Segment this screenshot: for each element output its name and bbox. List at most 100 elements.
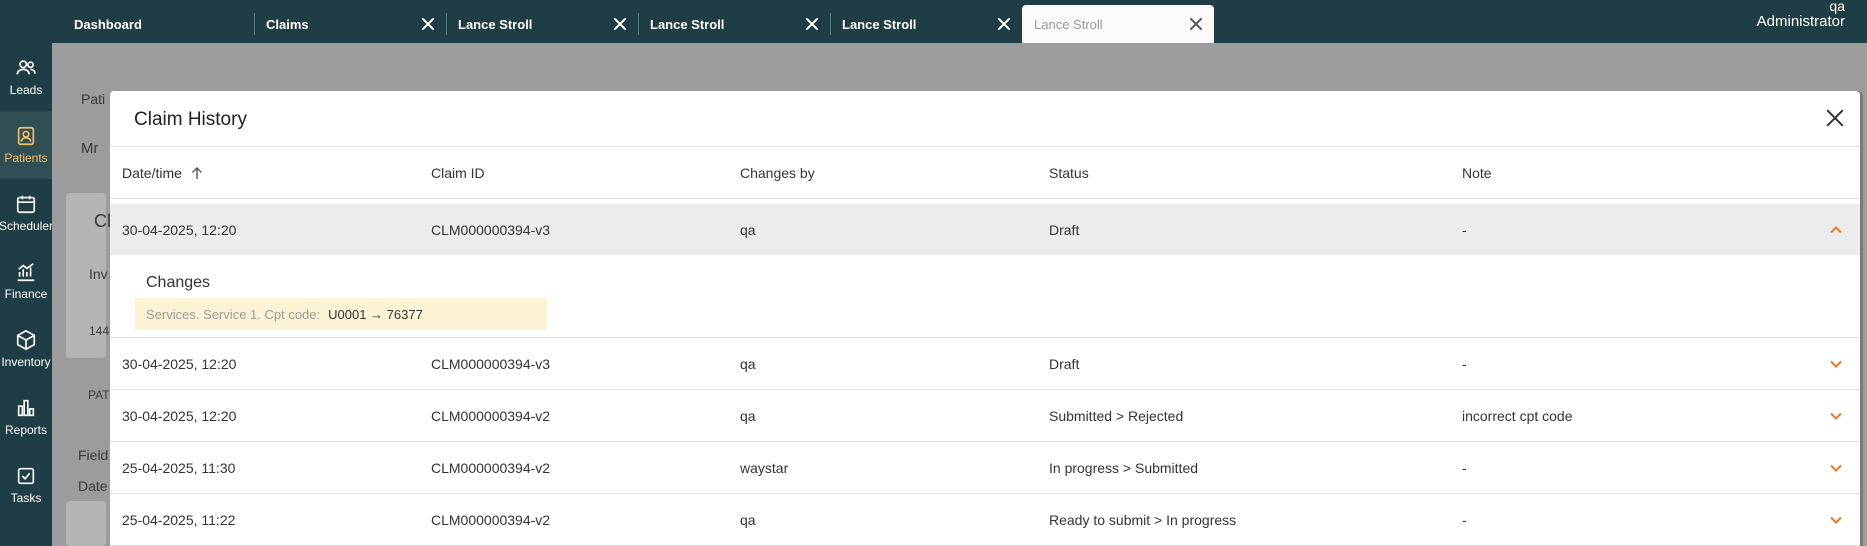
cell-note: incorrect cpt code — [1462, 407, 1573, 424]
chevron-down-icon[interactable] — [1828, 408, 1844, 424]
tab-separator — [638, 13, 639, 35]
cell-note: - — [1462, 355, 1467, 372]
cell-datetime: 30-04-2025, 12:20 — [122, 407, 237, 424]
column-claim-id: Claim ID — [431, 164, 485, 181]
sidebar-item-scheduler[interactable]: Scheduler — [0, 179, 54, 247]
calendar-icon — [16, 195, 36, 214]
close-icon[interactable] — [1188, 16, 1204, 32]
sidebar-item-label: Inventory — [1, 355, 51, 369]
tab-label: Lance Stroll — [1034, 16, 1103, 32]
tab-label: Dashboard — [74, 16, 142, 32]
close-icon[interactable] — [1824, 107, 1846, 129]
bg-text: Date — [78, 478, 108, 494]
tab-patient-1[interactable]: Lance Stroll — [446, 5, 638, 43]
sidebar-item-reports[interactable]: Reports — [0, 383, 52, 451]
top-bar: Dashboard Claims Lance Stroll Lance Stro… — [0, 0, 1867, 43]
sidebar-item-leads[interactable]: Leads — [0, 43, 52, 111]
cell-note: - — [1462, 511, 1467, 528]
cell-status: Draft — [1049, 355, 1080, 372]
cell-changes-by: qa — [740, 221, 756, 238]
cell-status: Ready to submit > In progress — [1049, 511, 1237, 528]
chevron-up-icon[interactable] — [1828, 222, 1844, 238]
table-row[interactable]: 30-04-2025, 12:20 CLM000000394-v3 qa Dra… — [110, 204, 1860, 255]
cell-claim-id: CLM000000394-v3 — [431, 355, 551, 372]
cell-datetime: 25-04-2025, 11:30 — [122, 459, 236, 476]
close-icon[interactable] — [612, 16, 628, 32]
arrow-up-icon[interactable] — [191, 166, 203, 180]
chevron-down-icon[interactable] — [1828, 512, 1844, 528]
cell-datetime: 30-04-2025, 12:20 — [122, 221, 237, 238]
cell-claim-id: CLM000000394-v2 — [431, 407, 551, 424]
close-icon[interactable] — [804, 16, 820, 32]
tab-claims[interactable]: Claims — [254, 5, 446, 43]
close-icon[interactable] — [996, 16, 1012, 32]
column-datetime[interactable]: Date/time — [122, 147, 203, 198]
tab-label: Lance Stroll — [842, 16, 917, 32]
cell-datetime: 30-04-2025, 12:20 — [122, 355, 237, 372]
bg-text: Pati — [81, 91, 106, 107]
cell-status: Draft — [1049, 221, 1080, 238]
sidebar-item-label: Finance — [4, 287, 48, 301]
chevron-down-icon[interactable] — [1828, 356, 1844, 372]
sidebar-item-finance[interactable]: Finance — [0, 247, 52, 315]
bg-text: PAT — [88, 388, 110, 402]
user-menu[interactable]: qa Administrator — [1757, 0, 1845, 30]
column-status: Status — [1049, 164, 1089, 181]
tab-label: Lance Stroll — [650, 16, 725, 32]
chart-trend-icon — [17, 263, 35, 282]
dialog-title: Claim History — [134, 109, 247, 130]
tab-separator — [446, 13, 447, 35]
tab-label: Lance Stroll — [458, 16, 533, 32]
sidebar-item-label: Scheduler — [0, 219, 54, 233]
tab-bar: Dashboard Claims Lance Stroll Lance Stro… — [62, 5, 1214, 43]
change-value: U0001 → 76377 — [328, 306, 423, 322]
cell-note: - — [1462, 221, 1467, 238]
cell-claim-id: CLM000000394-v3 — [431, 221, 551, 238]
changes-panel: Changes Services. Service 1. Cpt code: U… — [110, 255, 1860, 338]
column-label: Date/time — [122, 164, 182, 181]
bg-text: Field — [78, 447, 109, 463]
sidebar-item-inventory[interactable]: Inventory — [0, 315, 52, 383]
bg-text: Cl — [94, 211, 111, 231]
bg-text: 144 — [89, 324, 110, 338]
cell-note: - — [1462, 459, 1467, 476]
cell-status: Submitted > Rejected — [1049, 407, 1184, 424]
changes-title: Changes — [146, 274, 211, 291]
tab-patient-active[interactable]: Lance Stroll — [1022, 5, 1214, 43]
chevron-down-icon[interactable] — [1828, 460, 1844, 476]
table-row[interactable]: 30-04-2025, 12:20 CLM000000394-v2 qa Sub… — [110, 390, 1860, 442]
claim-history-dialog: Claim History Date/time Claim ID Changes… — [110, 91, 1860, 546]
dialog-header: Claim History — [110, 91, 1860, 147]
tab-label: Claims — [266, 16, 309, 32]
table-row[interactable]: 30-04-2025, 12:20 CLM000000394-v3 qa Dra… — [110, 338, 1860, 390]
cell-datetime: 25-04-2025, 11:22 — [122, 511, 236, 528]
sidebar-item-patients[interactable]: Patients — [0, 111, 52, 179]
patient-card-icon — [17, 126, 35, 146]
tab-dashboard[interactable]: Dashboard — [62, 5, 254, 43]
bg-text: Inv — [89, 266, 108, 282]
tab-separator — [830, 13, 831, 35]
cell-status: In progress > Submitted — [1049, 459, 1199, 476]
cell-changes-by: waystar — [740, 459, 789, 476]
tab-patient-3[interactable]: Lance Stroll — [830, 5, 1022, 43]
bg-date-input — [66, 501, 106, 546]
tab-separator — [254, 13, 255, 35]
table-row[interactable]: 25-04-2025, 11:22 CLM000000394-v2 qa Rea… — [110, 494, 1860, 546]
checkbox-icon — [17, 467, 35, 485]
user-role: Administrator — [1756, 13, 1845, 30]
column-note: Note — [1462, 164, 1492, 181]
cell-changes-by: qa — [740, 407, 756, 424]
sidebar-item-label: Patients — [4, 151, 48, 165]
tab-patient-2[interactable]: Lance Stroll — [638, 5, 830, 43]
cell-changes-by: qa — [740, 355, 756, 372]
sidebar-item-label: Reports — [4, 423, 48, 437]
table-header: Date/time Claim ID Changes by Status Not… — [110, 147, 1860, 199]
change-item: Services. Service 1. Cpt code: U0001 → 7… — [135, 298, 547, 330]
sidebar-item-tasks[interactable]: Tasks — [0, 451, 52, 519]
sidebar: Leads Patients Scheduler Finance Invento… — [0, 43, 54, 546]
table-row[interactable]: 25-04-2025, 11:30 CLM000000394-v2 waysta… — [110, 442, 1860, 494]
bar-chart-icon — [17, 399, 35, 417]
close-icon[interactable] — [420, 16, 436, 32]
user-name: qa — [1829, 0, 1845, 14]
column-changes-by: Changes by — [740, 164, 815, 181]
